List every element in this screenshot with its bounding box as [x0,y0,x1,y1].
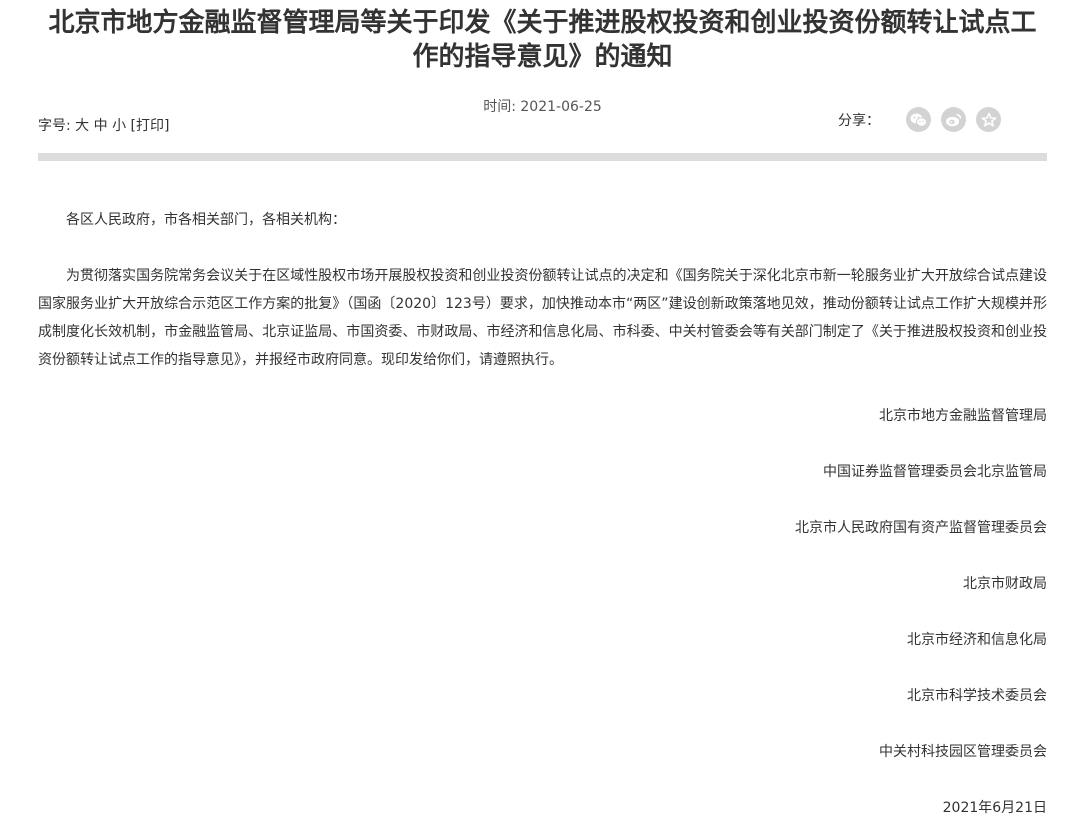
body-paragraph: 为贯彻落实国务院常务会议关于在区域性股权市场开展股权投资和创业投资份额转让试点的… [38,268,1047,368]
page-title: 北京市地方金融监督管理局等关于印发《关于推进股权投资和创业投资份额转让试点工作的… [48,8,1037,72]
article-meta: 时间: 2021-06-25 字号: 大 中 小 [打印] 分享： [38,74,1047,150]
print-link[interactable]: [打印] [131,118,170,134]
article: 北京市地方金融监督管理局等关于印发《关于推进股权投资和创业投资份额转让试点工作的… [38,0,1047,832]
font-small-button[interactable]: 小 [112,118,126,134]
font-size-controls: 字号: 大 中 小 [打印] [38,115,169,135]
signature-line: 北京市地方金融监督管理局 [879,408,1047,424]
signature-line: 北京市科学技术委员会 [907,688,1047,704]
signature-line: 中关村科技园区管理委员会 [879,744,1047,760]
font-large-button[interactable]: 大 [75,118,89,134]
font-medium-button[interactable]: 中 [94,118,108,134]
signature-line: 北京市经济和信息化局 [907,632,1047,648]
signature-line: 北京市人民政府国有资产监督管理委员会 [795,520,1047,536]
signature-block: 北京市地方金融监督管理局 中国证券监督管理委员会北京监管局 北京市人民政府国有资… [38,402,1047,822]
share-label: 分享： [838,112,880,129]
font-size-label: 字号: [38,118,71,134]
signature-line: 北京市财政局 [963,576,1047,592]
weibo-icon[interactable] [941,107,966,132]
share-bar: 分享： [838,107,1001,132]
favorite-star-icon[interactable] [976,107,1001,132]
divider [38,153,1047,161]
salutation: 各区人民政府，市各相关部门，各相关机构： [66,212,346,228]
wechat-icon[interactable] [906,107,931,132]
signature-date: 2021年6月21日 [942,800,1047,816]
article-body: 各区人民政府，市各相关部门，各相关机构： 为贯彻落实国务院常务会议关于在区域性股… [38,206,1047,822]
signature-line: 中国证券监督管理委员会北京监管局 [823,464,1047,480]
